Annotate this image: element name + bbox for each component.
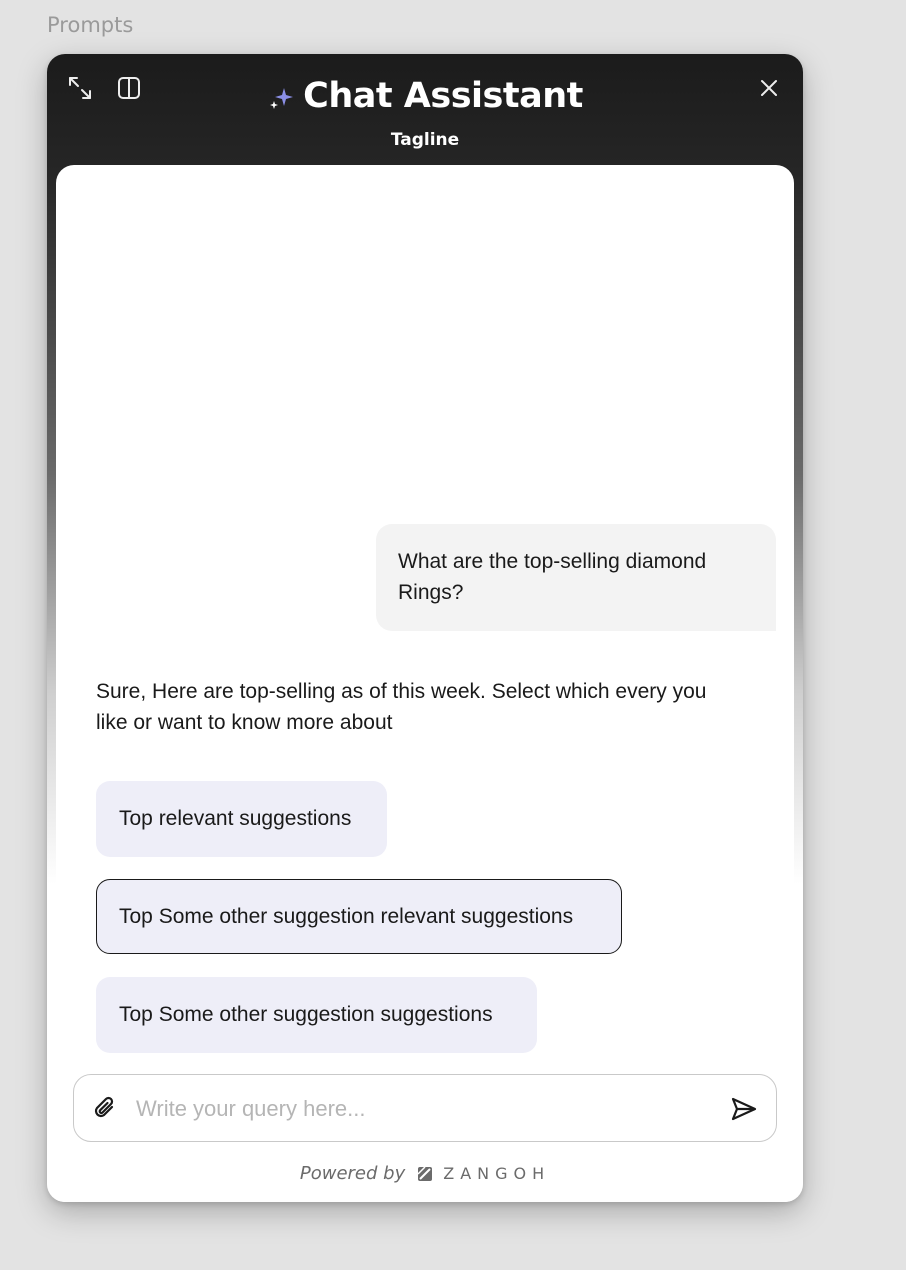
query-input[interactable] xyxy=(136,1091,706,1127)
sparkle-icon xyxy=(270,88,294,109)
paperclip-icon[interactable] xyxy=(92,1095,120,1123)
send-icon[interactable] xyxy=(730,1095,758,1123)
tagline: Tagline xyxy=(390,130,460,150)
query-composer xyxy=(73,1074,777,1142)
powered-by-label: Powered by xyxy=(299,1163,406,1184)
suggestion-chip[interactable]: Top relevant suggestions xyxy=(96,781,387,857)
zangoh-logo-icon xyxy=(417,1165,433,1181)
brand-name: ZANGOH xyxy=(443,1164,551,1183)
chat-widget: Chat Assistant Tagline What are the top-… xyxy=(47,54,803,1202)
header-title-group: Chat Assistant xyxy=(47,76,803,116)
powered-by-footer: Powered by ZANGOH xyxy=(56,1163,794,1184)
brand-logo[interactable]: ZANGOH xyxy=(417,1164,550,1183)
assistant-message: Sure, Here are top-selling as of this we… xyxy=(96,680,707,734)
chat-title: Chat Assistant xyxy=(303,76,583,116)
suggestion-chip-selected[interactable]: Top Some other suggestion relevant sugge… xyxy=(96,879,622,954)
chat-panel: What are the top-selling diamond Rings? … xyxy=(56,165,794,1202)
suggestion-chip[interactable]: Top Some other suggestion suggestions xyxy=(96,977,537,1053)
user-message-bubble: What are the top-selling diamond Rings? xyxy=(376,524,776,631)
frame-label: Prompts xyxy=(47,13,134,37)
